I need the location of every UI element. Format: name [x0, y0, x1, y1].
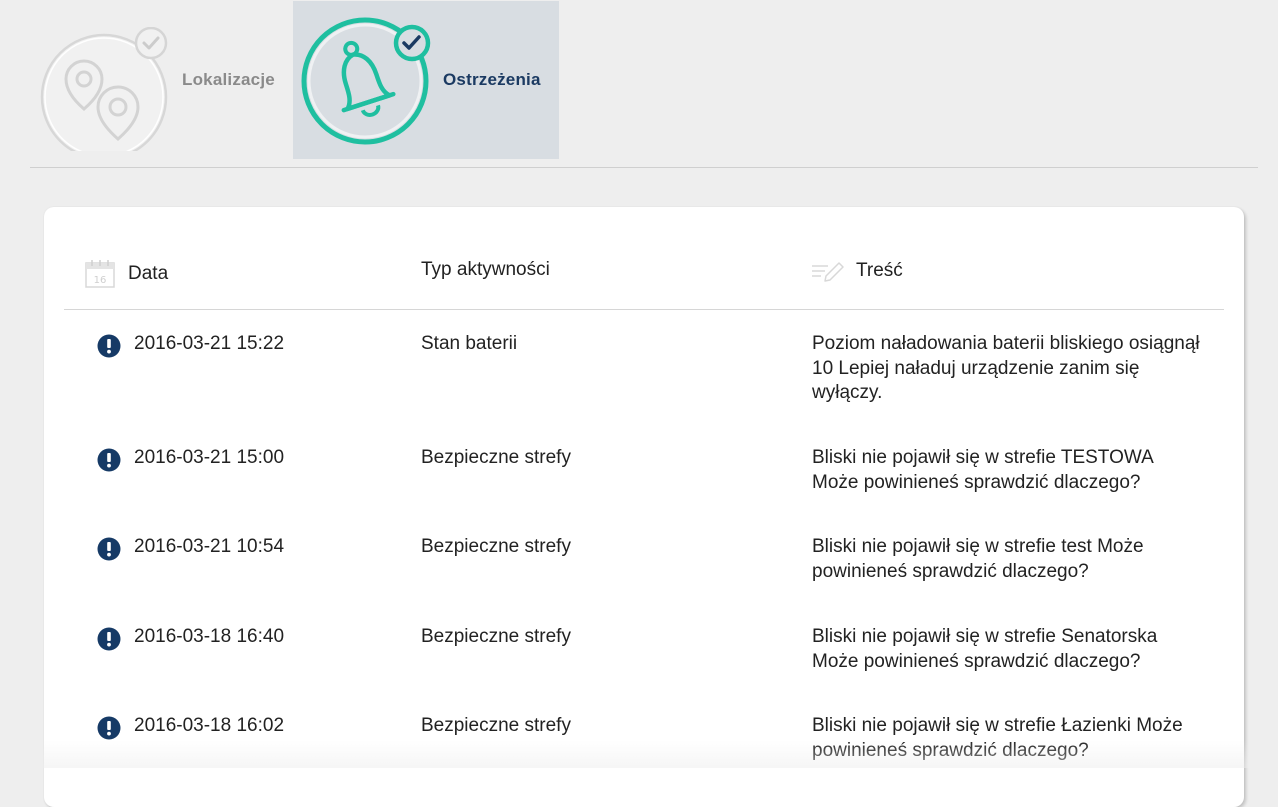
bell-icon — [301, 17, 431, 145]
row-type: Bezpieczne strefy — [421, 715, 571, 736]
alert-icon — [97, 627, 121, 651]
row-content: Bliski nie pojawił się w strefie TESTOWA… — [812, 447, 1153, 493]
column-header-content-label: Treść — [856, 260, 903, 281]
table-header-divider — [64, 309, 1224, 310]
tab-alerts[interactable]: Ostrzeżenia — [293, 1, 559, 159]
column-header-type-label: Typ aktywności — [421, 259, 550, 280]
calendar-icon: 16 — [85, 260, 115, 288]
column-header-date-label: Data — [128, 263, 169, 284]
location-pins-icon — [40, 27, 168, 151]
tab-label-locations: Lokalizacje — [182, 70, 275, 89]
tab-bar-divider — [30, 167, 1258, 168]
alert-icon — [97, 448, 121, 472]
row-type: Stan baterii — [421, 333, 518, 354]
calendar-day: 16 — [94, 275, 107, 286]
row-date: 2016-03-21 15:22 — [134, 333, 285, 354]
tab-locations[interactable]: Lokalizacje — [36, 1, 286, 159]
tab-bar: Lokalizacje Ostrzeżenia — [0, 0, 1278, 168]
alert-icon — [97, 334, 121, 358]
row-date: 2016-03-18 16:40 — [134, 626, 285, 647]
row-date: 2016-03-21 15:00 — [134, 447, 285, 468]
row-content: Bliski nie pojawił się w strefie Łazienk… — [812, 715, 1183, 761]
row-type: Bezpieczne strefy — [421, 447, 571, 468]
row-type: Bezpieczne strefy — [421, 626, 571, 647]
alert-icon — [97, 537, 121, 561]
row-content: Bliski nie pojawił się w strefie Senator… — [812, 626, 1158, 672]
row-content: Bliski nie pojawił się w strefie test Mo… — [812, 536, 1144, 582]
row-content: Poziom naładowania baterii bliskiego osi… — [812, 333, 1200, 403]
column-header-content[interactable]: Treść — [811, 259, 903, 283]
row-date: 2016-03-21 10:54 — [134, 536, 285, 557]
pencil-note-icon — [812, 262, 844, 282]
column-header-date[interactable]: 16 Data — [84, 259, 168, 289]
column-header-type[interactable]: Typ aktywności — [421, 259, 550, 281]
tab-label-alerts: Ostrzeżenia — [443, 70, 541, 89]
alert-icon — [97, 716, 121, 740]
alerts-table-card: 16 Data Typ aktywności Treść 2016-03-21 … — [44, 207, 1244, 807]
row-type: Bezpieczne strefy — [421, 536, 571, 557]
row-date: 2016-03-18 16:02 — [134, 715, 285, 736]
